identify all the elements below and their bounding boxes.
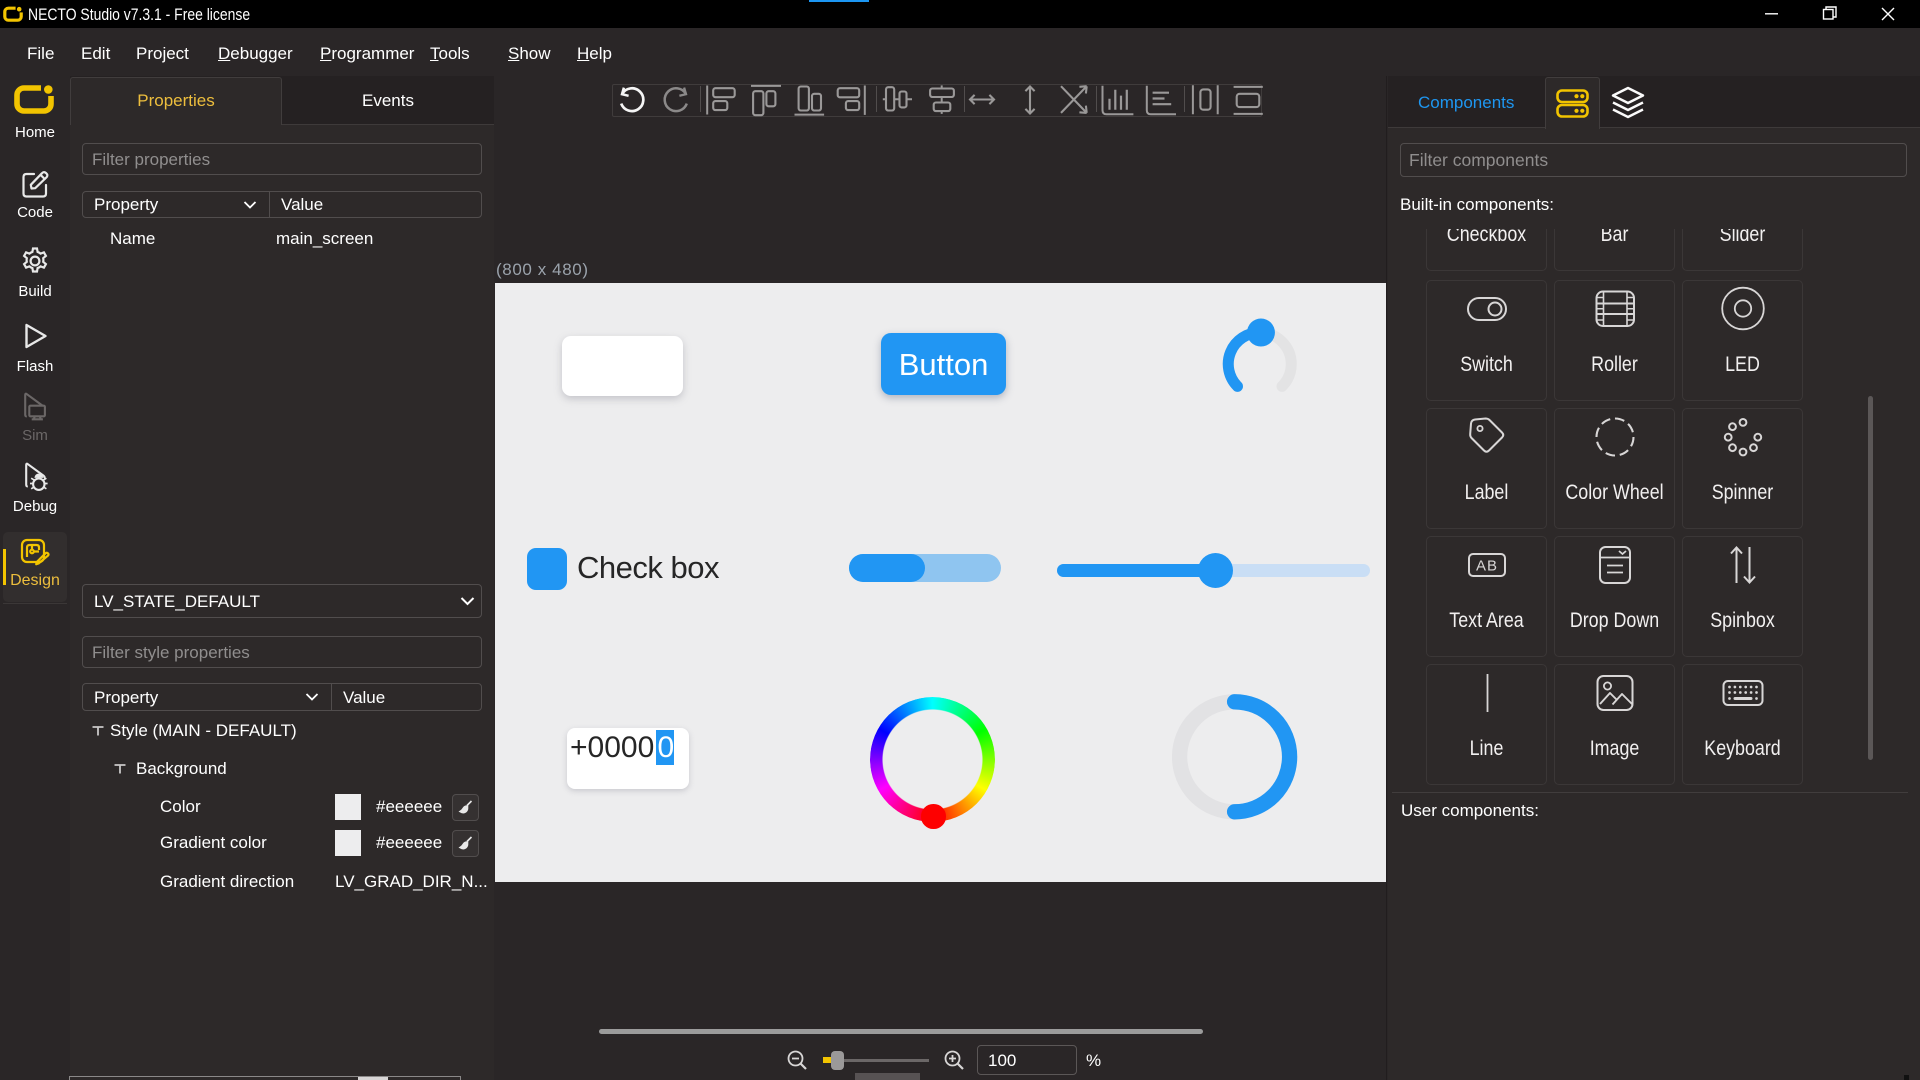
svg-text:AB: AB <box>1475 557 1497 574</box>
